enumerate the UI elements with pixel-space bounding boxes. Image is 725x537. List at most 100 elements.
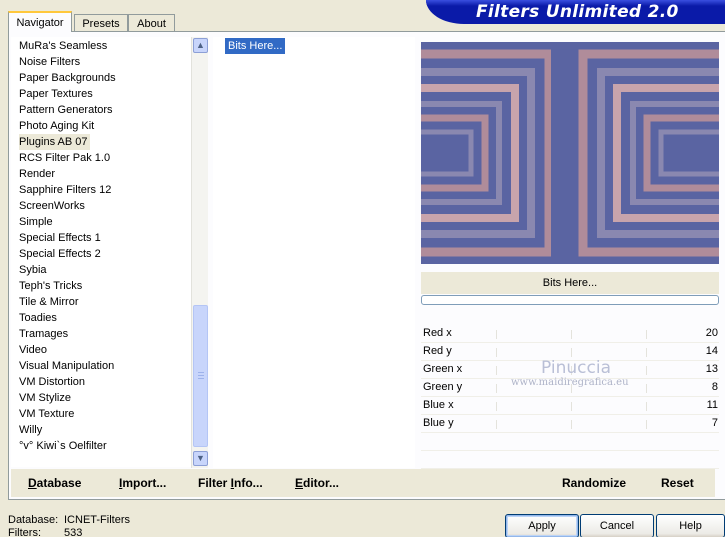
slider-tick [496, 330, 497, 339]
chevron-down-icon: ▼ [196, 453, 205, 463]
title-banner: Filters Unlimited 2.0 [426, 0, 725, 24]
param-label: Blue x [423, 399, 454, 411]
slider-tick [571, 420, 572, 429]
slider-tick [571, 402, 572, 411]
param-slot-empty [421, 434, 719, 451]
watermark-name: Pinuccia [541, 358, 611, 378]
slider-tick [496, 348, 497, 357]
category-scrollbar[interactable]: ▲ ▼ [191, 37, 208, 468]
slider-tick [646, 348, 647, 357]
slider-tick [646, 330, 647, 339]
status-filters-value: 533 [64, 527, 83, 537]
filter-info-prefix: Filter [198, 476, 231, 490]
param-slider[interactable]: Blue x 11 [421, 398, 719, 415]
category-item[interactable]: Special Effects 1 [19, 230, 103, 246]
category-item[interactable]: Tramages [19, 326, 70, 342]
import-label: mport... [122, 476, 167, 490]
chevron-up-icon: ▲ [196, 40, 205, 50]
import-button[interactable]: Import... [119, 476, 166, 490]
category-item[interactable]: Noise Filters [19, 54, 82, 70]
param-label: Green y [423, 381, 463, 393]
category-list[interactable]: MuRa's Seamless Noise Filters Paper Backgr… [11, 37, 194, 467]
param-value: 8 [711, 381, 718, 393]
slider-tick [646, 366, 647, 375]
filter-item-selected[interactable]: Bits Here... [225, 38, 286, 54]
grip-icon [198, 372, 204, 379]
category-item[interactable]: Tile & Mirror [19, 294, 80, 310]
param-value: 14 [705, 345, 718, 357]
cancel-button[interactable]: Cancel [580, 514, 654, 537]
status-database-label: Database: [8, 514, 59, 526]
category-item[interactable]: Paper Backgrounds [19, 70, 118, 86]
category-item[interactable]: Teph's Tricks [19, 278, 84, 294]
slider-tick [496, 384, 497, 393]
database-label: atabase [36, 476, 82, 490]
tab-about[interactable]: About [128, 14, 175, 32]
category-item[interactable]: Sybia [19, 262, 49, 278]
reset-button[interactable]: Reset [661, 476, 694, 490]
editor-label: ditor... [303, 476, 340, 490]
filter-info-button[interactable]: Filter Info... [198, 476, 263, 490]
param-value: 13 [705, 363, 718, 375]
apply-button[interactable]: Apply [505, 514, 579, 537]
category-item[interactable]: RCS Filter Pak 1.0 [19, 150, 112, 166]
param-label: Blue y [423, 417, 454, 429]
slider-tick [571, 330, 572, 339]
param-label: Red y [423, 345, 452, 357]
help-button[interactable]: Help [656, 514, 725, 537]
scroll-up-button[interactable]: ▲ [193, 38, 208, 53]
preview-pattern [421, 42, 719, 264]
category-item[interactable]: Paper Textures [19, 86, 95, 102]
category-item[interactable]: MuRa's Seamless [19, 38, 109, 54]
category-item[interactable]: Visual Manipulation [19, 358, 116, 374]
category-item[interactable]: Pattern Generators [19, 102, 115, 118]
param-slider[interactable]: Red x 20 [421, 326, 719, 343]
category-item[interactable]: VM Distortion [19, 374, 87, 390]
slider-tick [571, 348, 572, 357]
status-filters-label: Filters: [8, 527, 41, 537]
param-value: 11 [706, 399, 718, 411]
banner-title: Filters Unlimited 2.0 [476, 2, 679, 22]
category-item[interactable]: °v° Kiwi`s Oelfilter [19, 438, 109, 454]
tab-navigator[interactable]: Navigator [8, 11, 72, 32]
slider-tick [646, 402, 647, 411]
category-item[interactable]: Plugins AB 07 [19, 134, 90, 150]
category-item[interactable]: Simple [19, 214, 55, 230]
category-item[interactable]: Render [19, 166, 57, 182]
category-item[interactable]: Photo Aging Kit [19, 118, 96, 134]
category-item[interactable]: Toadies [19, 310, 59, 326]
slider-tick [496, 366, 497, 375]
slider-tick [646, 420, 647, 429]
watermark-site: www.maidiregrafica.eu [511, 377, 629, 388]
param-slider[interactable]: Blue y 7 [421, 416, 719, 433]
preview-image [421, 42, 719, 264]
category-item[interactable]: Video [19, 342, 49, 358]
database-accesskey: D [28, 476, 37, 490]
scroll-down-button[interactable]: ▼ [193, 451, 208, 466]
category-item[interactable]: ScreenWorks [19, 198, 87, 214]
center-band [551, 42, 581, 264]
randomize-button[interactable]: Randomize [562, 476, 626, 490]
database-button[interactable]: Database [28, 476, 81, 490]
bottom-toolbar: Database Import... Filter Info... Editor… [11, 469, 715, 497]
selected-filter-name: Bits Here... [421, 272, 719, 294]
slider-tick [646, 384, 647, 393]
category-item[interactable]: Willy [19, 422, 44, 438]
category-item[interactable]: Sapphire Filters 12 [19, 182, 113, 198]
param-value: 20 [705, 327, 718, 339]
param-label: Red x [423, 327, 452, 339]
editor-accesskey: E [295, 476, 304, 490]
category-item[interactable]: VM Stylize [19, 390, 73, 406]
param-label: Green x [423, 363, 463, 375]
filter-list[interactable]: Bits Here... [213, 37, 415, 468]
slider-tick [496, 402, 497, 411]
scroll-thumb[interactable] [193, 305, 208, 447]
param-slot-empty [421, 452, 719, 469]
tab-presets[interactable]: Presets [74, 14, 128, 32]
category-item[interactable]: VM Texture [19, 406, 76, 422]
slider-tick [496, 420, 497, 429]
editor-button[interactable]: Editor... [295, 476, 339, 490]
status-database-value: ICNET-Filters [64, 514, 130, 526]
filter-info-rest: nfo... [234, 476, 263, 490]
category-item[interactable]: Special Effects 2 [19, 246, 103, 262]
